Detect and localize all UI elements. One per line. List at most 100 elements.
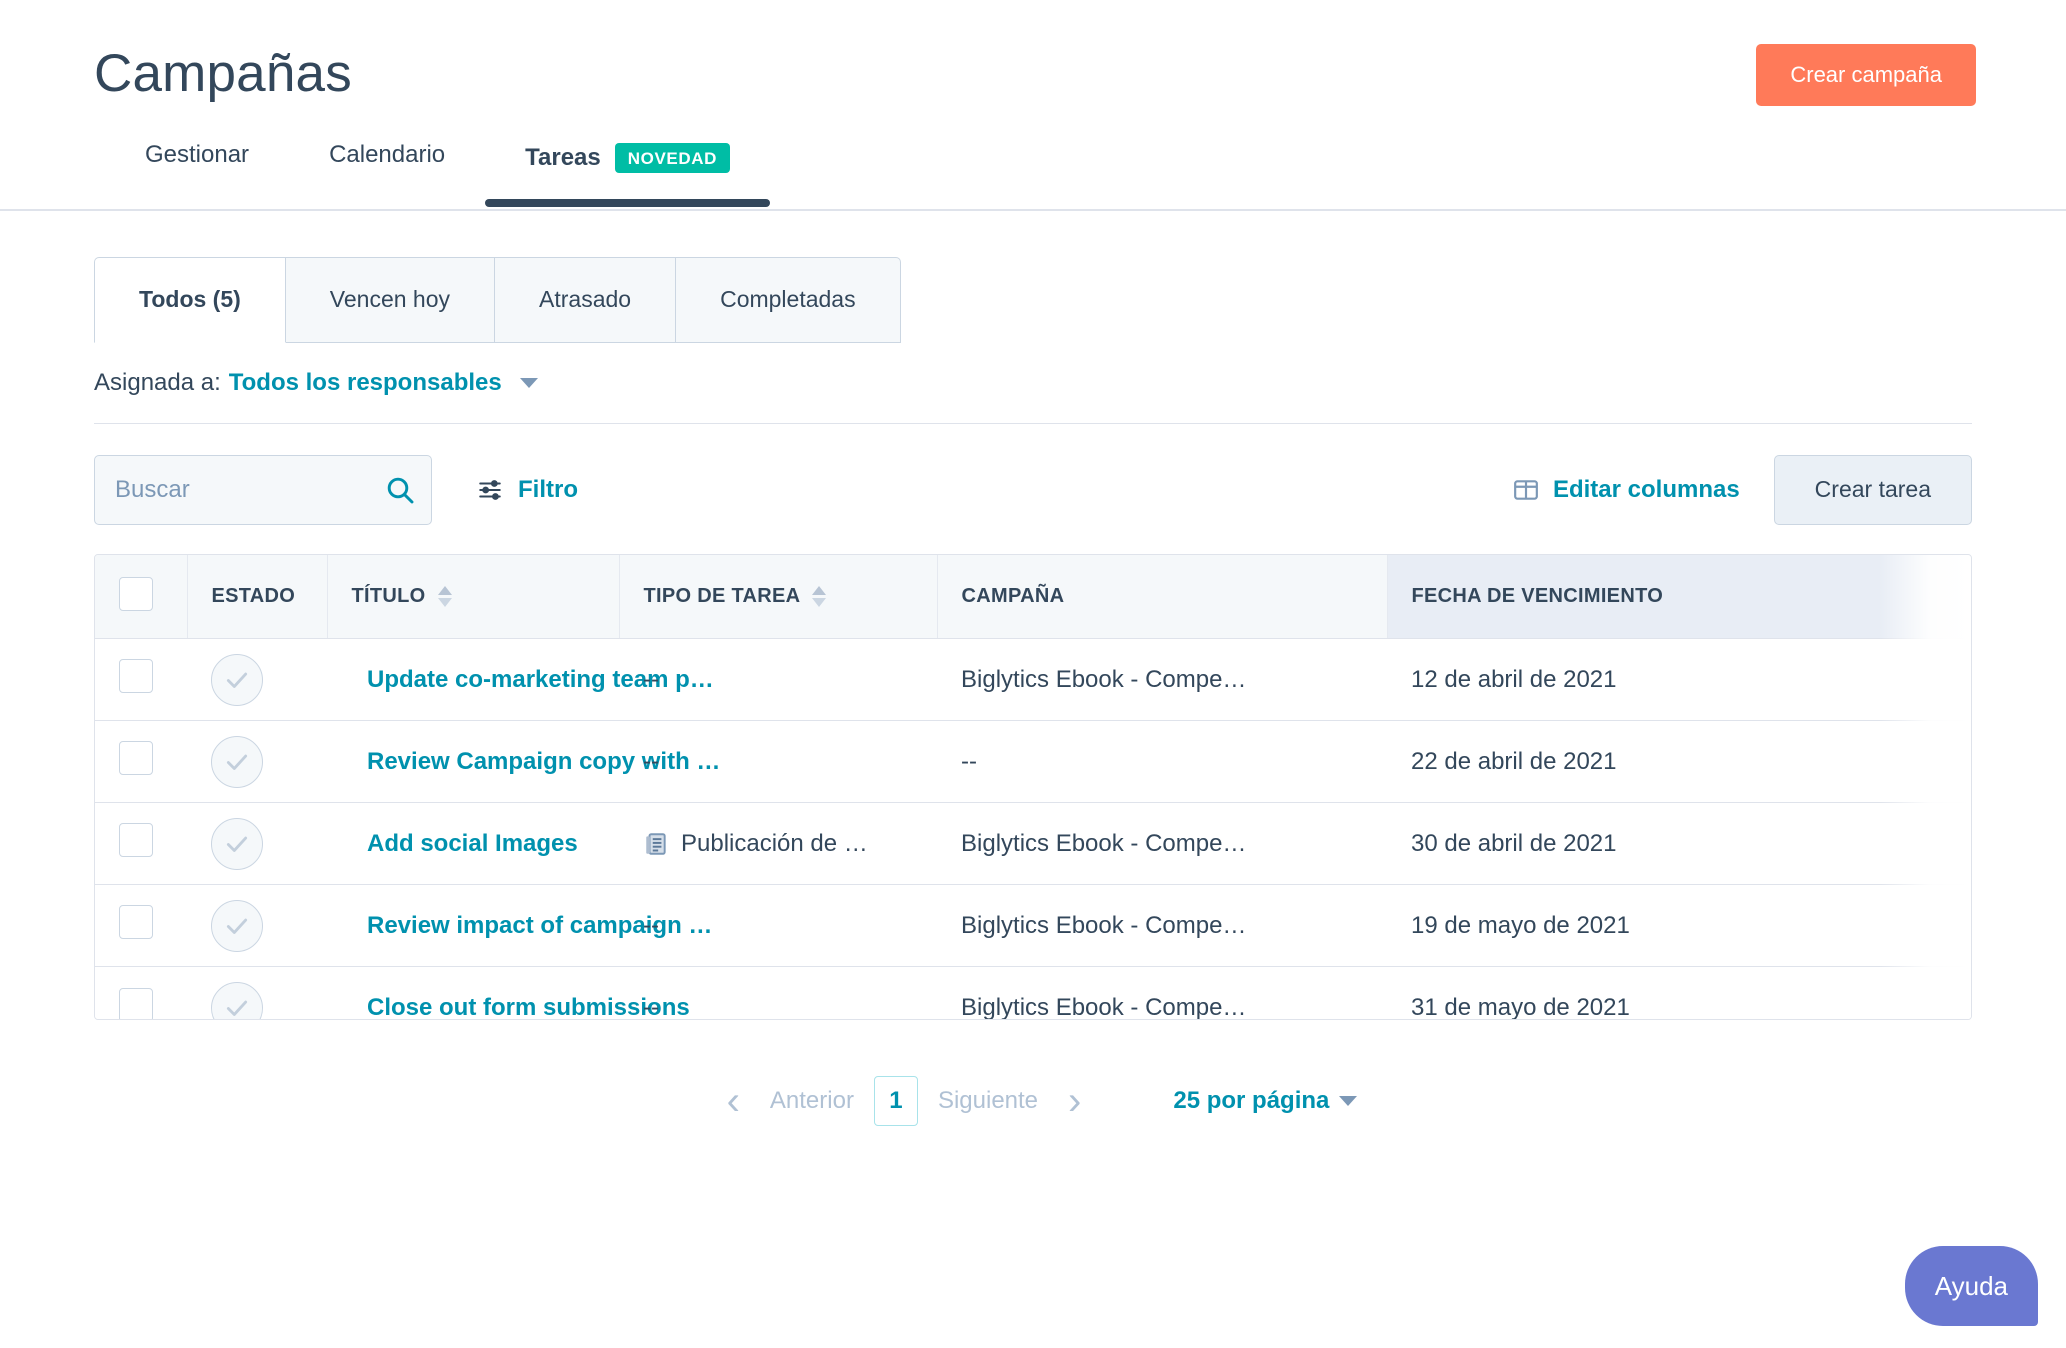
column-header-estado: ESTADO — [187, 554, 328, 640]
search-box — [94, 454, 432, 525]
document-icon — [643, 831, 669, 857]
campaign-value: Biglytics Ebook - Compe… — [961, 994, 1247, 1020]
row-checkbox[interactable] — [119, 659, 153, 694]
tab-todos[interactable]: Todos (5) — [94, 256, 286, 343]
filter-icon — [476, 477, 504, 503]
nav-tab-tareas[interactable]: Tareas NOVEDAD — [485, 142, 770, 207]
row-due-cell: 19 de mayo de 2021 — [1387, 884, 1971, 968]
nav-tab-calendario[interactable]: Calendario — [289, 142, 485, 197]
help-button[interactable]: Ayuda — [1904, 1246, 2038, 1326]
row-due-cell: 22 de abril de 2021 — [1387, 720, 1971, 804]
tab-atrasado[interactable]: Atrasado — [495, 256, 677, 343]
page-header: Campañas Crear campaña — [0, 0, 2066, 106]
new-badge: NOVEDAD — [614, 142, 730, 173]
task-title-link[interactable]: Review impact of campaign … — [367, 912, 712, 939]
row-checkbox[interactable] — [119, 741, 153, 776]
table-row[interactable]: Update co-marketing team p… -- Biglytics… — [95, 638, 1971, 722]
create-task-button[interactable]: Crear tarea — [1773, 454, 1972, 525]
tasks-table-container: ESTADO TÍTULO TIPO DE TAREA CAMPAÑA FECH… — [94, 553, 1972, 1020]
column-header-campana: CAMPAÑA — [937, 554, 1388, 640]
row-type-cell: Publicación de … — [619, 802, 937, 886]
task-type-value: Publicación de … — [681, 829, 868, 857]
row-status-cell — [187, 802, 327, 886]
chevron-right-icon[interactable]: › — [1050, 1081, 1099, 1121]
complete-task-button[interactable] — [211, 653, 263, 706]
page-title: Campañas — [94, 44, 352, 103]
column-header-tipo-de-tarea[interactable]: TIPO DE TAREA — [619, 554, 938, 640]
column-label: ESTADO — [211, 585, 296, 608]
task-title-link[interactable]: Review Campaign copy with … — [367, 748, 720, 775]
row-select-cell — [95, 638, 187, 722]
table-row[interactable]: Add social Images Publicación de … Bigly… — [95, 802, 1971, 886]
row-select-cell — [95, 884, 187, 968]
due-date-value: 19 de mayo de 2021 — [1411, 911, 1630, 939]
table-row[interactable]: Close out form submissions -- Biglytics … — [95, 966, 1971, 1020]
row-due-cell: 30 de abril de 2021 — [1387, 802, 1971, 886]
row-title-cell: Review impact of campaign … — [327, 884, 712, 968]
columns-icon — [1513, 478, 1539, 502]
task-title-link[interactable]: Add social Images — [367, 830, 578, 857]
sort-arrows-icon[interactable] — [437, 586, 452, 608]
tab-label: Vencen hoy — [329, 286, 451, 313]
row-checkbox[interactable] — [119, 823, 153, 858]
task-title-link[interactable]: Close out form submissions — [367, 994, 690, 1019]
chevron-left-icon[interactable]: ‹ — [709, 1081, 758, 1121]
tasks-table-head: ESTADO TÍTULO TIPO DE TAREA CAMPAÑA FECH… — [95, 554, 1971, 640]
tab-vencen-hoy[interactable]: Vencen hoy — [285, 256, 496, 343]
row-select-cell — [95, 966, 187, 1019]
campaign-value: Biglytics Ebook - Compe… — [961, 829, 1247, 857]
row-status-cell — [187, 884, 327, 968]
table-row[interactable]: Review impact of campaign … -- Biglytics… — [95, 884, 1971, 968]
chevron-down-icon[interactable] — [519, 377, 538, 388]
chevron-down-icon[interactable] — [1339, 1095, 1358, 1106]
search-icon[interactable] — [384, 474, 416, 506]
assigned-to-value[interactable]: Todos los responsables — [229, 369, 502, 397]
campaign-value: Biglytics Ebook - Compe… — [961, 911, 1247, 939]
select-all-checkbox[interactable] — [119, 576, 153, 611]
row-checkbox[interactable] — [119, 905, 153, 940]
create-campaign-button[interactable]: Crear campaña — [1756, 44, 1976, 106]
tab-completadas[interactable]: Completadas — [676, 256, 901, 343]
column-label: TIPO DE TAREA — [643, 585, 801, 608]
tasks-table: ESTADO TÍTULO TIPO DE TAREA CAMPAÑA FECH… — [95, 554, 1971, 1020]
table-toolbar: Filtro Editar columnas Crear tarea — [94, 454, 1972, 526]
edit-columns-button[interactable]: Editar columnas — [1513, 476, 1740, 504]
filter-label: Filtro — [518, 475, 578, 503]
complete-task-button[interactable] — [211, 735, 263, 788]
tasks-table-body: Update co-marketing team p… -- Biglytics… — [95, 638, 1971, 1020]
task-type-value: -- — [643, 994, 659, 1020]
complete-task-button[interactable] — [211, 899, 263, 952]
column-header-titulo[interactable]: TÍTULO — [327, 554, 620, 640]
task-filter-tabs: Todos (5) Vencen hoy Atrasado Completada… — [94, 256, 1972, 343]
row-campaign-cell: Biglytics Ebook - Compe… — [937, 638, 1387, 722]
row-due-cell: 12 de abril de 2021 — [1387, 638, 1971, 722]
due-date-value: 31 de mayo de 2021 — [1411, 994, 1630, 1020]
filter-button[interactable]: Filtro — [476, 476, 578, 504]
table-header-row: ESTADO TÍTULO TIPO DE TAREA CAMPAÑA FECH… — [95, 554, 1971, 640]
campaign-value: -- — [961, 747, 977, 775]
nav-tab-gestionar[interactable]: Gestionar — [94, 140, 289, 197]
row-select-cell — [95, 720, 187, 804]
assigned-to-row: Asignada a: Todos los responsables — [94, 343, 1972, 424]
row-campaign-cell: -- — [937, 720, 1387, 804]
task-title-link[interactable]: Update co-marketing team p… — [367, 666, 714, 693]
row-campaign-cell: Biglytics Ebook - Compe… — [937, 966, 1387, 1020]
per-page-selector[interactable]: 25 por página — [1173, 1086, 1358, 1115]
complete-task-button[interactable] — [211, 817, 263, 870]
nav-tab-label: Gestionar — [145, 140, 250, 168]
row-title-cell: Review Campaign copy with … — [327, 720, 720, 804]
select-all-header — [95, 554, 188, 640]
per-page-label: 25 por página — [1173, 1086, 1330, 1114]
column-header-fecha-de-vencimiento[interactable]: FECHA DE VENCIMIENTO — [1387, 554, 1971, 640]
previous-page-button[interactable]: Anterior — [758, 1087, 866, 1115]
row-checkbox[interactable] — [119, 987, 153, 1019]
sort-arrows-icon[interactable] — [812, 586, 827, 608]
page-number-1[interactable]: 1 — [873, 1075, 918, 1126]
tab-label: Completadas — [720, 286, 856, 313]
row-campaign-cell: Biglytics Ebook - Compe… — [937, 884, 1387, 968]
table-row[interactable]: Review Campaign copy with … -- -- 22 de … — [95, 720, 1971, 804]
complete-task-button[interactable] — [211, 982, 263, 1019]
due-date-value: 12 de abril de 2021 — [1411, 665, 1617, 693]
next-page-button[interactable]: Siguiente — [926, 1087, 1050, 1115]
search-input[interactable] — [94, 454, 432, 525]
